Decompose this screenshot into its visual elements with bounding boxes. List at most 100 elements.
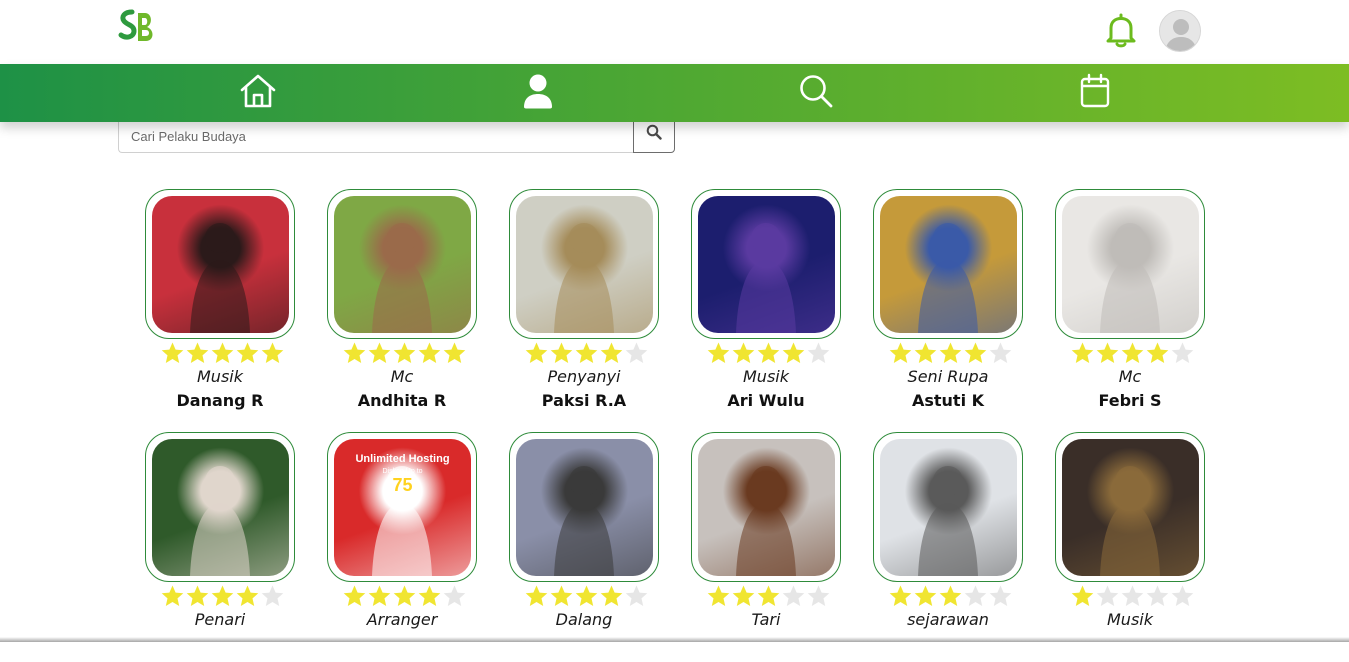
- star-filled-icon: [186, 342, 209, 363]
- performer-photo[interactable]: Unlimited Hosting Diskon Up to 75: [334, 439, 471, 576]
- person-silhouette: [918, 466, 978, 576]
- performer-photo[interactable]: [1062, 196, 1199, 333]
- person-silhouette: [190, 466, 250, 576]
- star-filled-icon: [261, 342, 284, 363]
- performer-category: Dalang: [555, 610, 613, 629]
- performer-category: Musik: [743, 367, 789, 386]
- person-silhouette: [190, 223, 250, 333]
- home-icon: [239, 73, 277, 114]
- performer-card[interactable]: Tari: [691, 432, 841, 662]
- performer-card[interactable]: Musik Danang R: [145, 189, 295, 419]
- performer-photo-frame: [873, 189, 1023, 339]
- nav-profile[interactable]: [518, 74, 558, 112]
- performer-category: sejarawan: [907, 610, 989, 629]
- star-filled-icon: [889, 342, 912, 363]
- star-filled-icon: [343, 342, 366, 363]
- star-filled-icon: [732, 342, 755, 363]
- performer-card[interactable]: Mc Andhita R: [327, 189, 477, 419]
- star-filled-icon: [186, 585, 209, 606]
- star-filled-icon: [1071, 585, 1094, 606]
- sb-logo-icon[interactable]: [118, 8, 158, 46]
- star-filled-icon: [393, 342, 416, 363]
- nav-calendar[interactable]: [1075, 73, 1115, 112]
- person-silhouette: [554, 466, 614, 576]
- performer-card[interactable]: sejarawan: [873, 432, 1023, 662]
- performer-card[interactable]: Dalang: [509, 432, 659, 662]
- star-empty-icon: [625, 585, 648, 606]
- performer-photo[interactable]: [152, 439, 289, 576]
- user-icon: [522, 73, 554, 114]
- performer-photo[interactable]: [880, 196, 1017, 333]
- star-rating: [888, 584, 1018, 608]
- star-filled-icon: [1121, 342, 1144, 363]
- performer-photo-frame: [145, 432, 295, 582]
- performer-photo[interactable]: [152, 196, 289, 333]
- performer-photo-frame: [691, 189, 841, 339]
- performer-card[interactable]: Penari: [145, 432, 295, 662]
- star-filled-icon: [757, 585, 780, 606]
- performer-name[interactable]: Andhita R: [327, 391, 477, 410]
- promo-subtext: Diskon Up to: [382, 468, 423, 475]
- nav-home[interactable]: [238, 74, 278, 112]
- star-filled-icon: [939, 585, 962, 606]
- performer-photo[interactable]: [334, 196, 471, 333]
- star-empty-icon: [964, 585, 987, 606]
- promo-banner-text: Unlimited Hosting Diskon Up to 75: [334, 453, 471, 496]
- star-empty-icon: [625, 342, 648, 363]
- performer-photo[interactable]: [698, 439, 835, 576]
- performer-card[interactable]: Mc Febri S: [1055, 189, 1205, 419]
- performer-photo-frame: [1055, 189, 1205, 339]
- performer-card[interactable]: Musik: [1055, 432, 1205, 662]
- star-rating: [524, 584, 654, 608]
- performer-name[interactable]: Febri S: [1055, 391, 1205, 410]
- star-filled-icon: [1096, 342, 1119, 363]
- performer-photo[interactable]: [880, 439, 1017, 576]
- performer-photo-frame: [509, 189, 659, 339]
- page-bottom-edge: [0, 637, 1349, 642]
- star-filled-icon: [914, 342, 937, 363]
- person-silhouette: [736, 223, 796, 333]
- person-silhouette: [554, 223, 614, 333]
- performer-photo[interactable]: [698, 196, 835, 333]
- star-empty-icon: [1146, 585, 1169, 606]
- top-header: [0, 0, 1349, 64]
- star-filled-icon: [368, 342, 391, 363]
- performer-card[interactable]: Unlimited Hosting Diskon Up to 75 Arranger: [327, 432, 477, 662]
- star-filled-icon: [732, 585, 755, 606]
- star-filled-icon: [707, 585, 730, 606]
- performer-card[interactable]: Penyanyi Paksi R.A: [509, 189, 659, 419]
- performer-category: Mc: [1118, 367, 1142, 386]
- star-filled-icon: [1146, 342, 1169, 363]
- star-filled-icon: [550, 342, 573, 363]
- star-filled-icon: [236, 342, 259, 363]
- star-empty-icon: [1171, 342, 1194, 363]
- performer-name[interactable]: Danang R: [145, 391, 295, 410]
- performer-category: Arranger: [366, 610, 438, 629]
- nav-search[interactable]: [796, 74, 836, 112]
- performer-photo[interactable]: [516, 196, 653, 333]
- performer-name[interactable]: Paksi R.A: [509, 391, 659, 410]
- star-filled-icon: [575, 342, 598, 363]
- performer-photo[interactable]: [1062, 439, 1199, 576]
- star-rating: [1070, 584, 1200, 608]
- star-empty-icon: [807, 342, 830, 363]
- star-rating: [706, 341, 836, 365]
- person-silhouette: [1100, 466, 1160, 576]
- bell-icon[interactable]: [1104, 12, 1138, 48]
- star-filled-icon: [600, 342, 623, 363]
- performer-card[interactable]: Seni Rupa Astuti K: [873, 189, 1023, 419]
- star-filled-icon: [443, 342, 466, 363]
- performer-card[interactable]: Musik Ari Wulu: [691, 189, 841, 419]
- user-avatar-icon[interactable]: [1159, 10, 1201, 52]
- performer-name[interactable]: Astuti K: [873, 391, 1023, 410]
- star-rating: [524, 341, 654, 365]
- performer-photo[interactable]: [516, 439, 653, 576]
- performer-photo-frame: [1055, 432, 1205, 582]
- star-filled-icon: [368, 585, 391, 606]
- star-filled-icon: [418, 585, 441, 606]
- star-filled-icon: [393, 585, 416, 606]
- performer-photo-frame: [327, 189, 477, 339]
- performer-name[interactable]: Ari Wulu: [691, 391, 841, 410]
- star-filled-icon: [418, 342, 441, 363]
- performer-photo-frame: [145, 189, 295, 339]
